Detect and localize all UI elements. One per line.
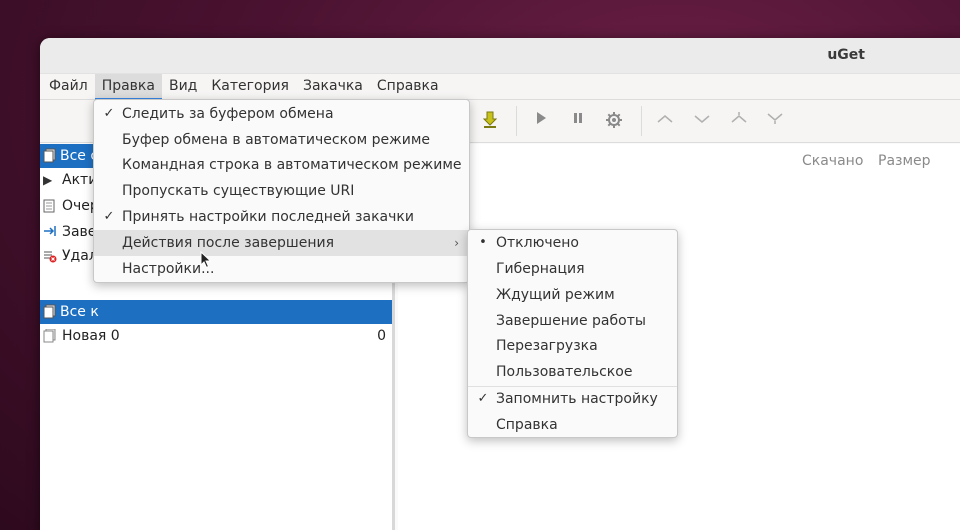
submenu-item-help[interactable]: Справка (468, 412, 677, 438)
submenu-item-disabled[interactable]: • Отключено (468, 230, 677, 256)
submenu-item-reboot[interactable]: Перезагрузка (468, 333, 677, 359)
menu-item-label: Следить за буфером обмена (122, 106, 334, 122)
submenu-item-shutdown[interactable]: Завершение работы (468, 308, 677, 334)
title-bar: uGet (40, 38, 960, 74)
check-icon: ✓ (103, 209, 115, 224)
menu-item-commandline-auto[interactable]: Командная строка в автоматическом режиме (94, 152, 469, 178)
chevron-right-icon: › (454, 236, 459, 250)
menu-file[interactable]: Файл (42, 74, 95, 100)
menu-help[interactable]: Справка (370, 74, 446, 100)
menu-item-label: Принять настройки последней закачки (122, 209, 414, 225)
menu-item-label: Завершение работы (496, 313, 646, 329)
category-icon (43, 304, 57, 320)
move-bottom-icon[interactable] (765, 111, 785, 131)
category-new-row[interactable]: Новая 0 0 (40, 324, 392, 348)
arrow-right-icon (43, 225, 57, 239)
start-icon[interactable] (531, 111, 551, 131)
menu-item-apply-last-settings[interactable]: ✓ Принять настройки последней закачки (94, 204, 469, 230)
menu-item-label: Командная строка в автоматическом режиме (122, 157, 462, 173)
menu-item-skip-existing-uri[interactable]: Пропускать существующие URI (94, 178, 469, 204)
play-icon: ▶ (43, 173, 53, 187)
menu-item-clipboard-auto[interactable]: Буфер обмена в автоматическом режиме (94, 127, 469, 153)
submenu-item-custom[interactable]: Пользовательское (468, 359, 677, 385)
check-icon: ✓ (477, 391, 489, 406)
menu-item-label: Перезагрузка (496, 338, 598, 354)
document-icon (43, 199, 57, 213)
category-icon (43, 328, 57, 343)
menu-item-label: Буфер обмена в автоматическом режиме (122, 132, 431, 148)
row-label: Новая 0 (62, 328, 120, 344)
gear-icon[interactable] (604, 111, 624, 131)
toolbar-separator (641, 106, 642, 136)
row-label: Акти (62, 172, 98, 188)
submenu-item-hibernate[interactable]: Гибернация (468, 256, 677, 282)
column-size[interactable]: Размер (878, 153, 931, 169)
completion-submenu: • Отключено Гибернация Ждущий режим Заве… (467, 229, 678, 438)
menu-item-monitor-clipboard[interactable]: ✓ Следить за буфером обмена (94, 101, 469, 127)
column-downloaded[interactable]: Скачано (802, 153, 863, 169)
pause-icon[interactable] (568, 111, 588, 131)
menu-edit[interactable]: Правка (94, 73, 162, 100)
menu-item-completion-actions[interactable]: Действия после завершения › (94, 230, 469, 256)
window-title: uGet (827, 47, 865, 63)
row-label: Все к (60, 304, 99, 320)
menu-item-label: Ждущий режим (496, 287, 615, 303)
menu-download[interactable]: Закачка (296, 74, 370, 100)
radio-selected-icon: • (479, 235, 487, 250)
menu-item-label: Пропускать существующие URI (122, 183, 355, 199)
menu-view[interactable]: Вид (162, 74, 204, 100)
menu-item-label: Справка (496, 417, 558, 433)
move-down-icon[interactable] (692, 111, 712, 131)
delete-icon (43, 249, 57, 263)
submenu-item-remember-setting[interactable]: ✓ Запомнить настройку (468, 386, 677, 412)
menu-item-label: Отключено (496, 235, 579, 251)
edit-menu: ✓ Следить за буфером обмена Буфер обмена… (93, 99, 470, 283)
all-categories-row[interactable]: Все к (40, 300, 392, 324)
row-count: 0 (377, 328, 386, 344)
menu-item-label: Действия после завершения (122, 235, 335, 251)
submenu-item-suspend[interactable]: Ждущий режим (468, 282, 677, 308)
menu-item-label: Пользовательское (496, 364, 633, 380)
download-icon[interactable] (480, 111, 500, 131)
toolbar-separator (516, 106, 517, 136)
menu-item-label: Гибернация (496, 261, 585, 277)
menu-item-settings[interactable]: Настройки... (94, 256, 469, 282)
mouse-pointer-icon (200, 250, 212, 269)
menu-item-label: Запомнить настройку (496, 391, 658, 407)
row-label: Заве (62, 224, 97, 240)
menu-bar: Файл Правка Вид Категория Закачка Справк… (40, 73, 960, 100)
menu-category[interactable]: Категория (204, 74, 296, 100)
check-icon: ✓ (103, 106, 115, 121)
category-icon (43, 148, 57, 164)
move-up-icon[interactable] (655, 111, 675, 131)
move-top-icon[interactable] (729, 111, 749, 131)
